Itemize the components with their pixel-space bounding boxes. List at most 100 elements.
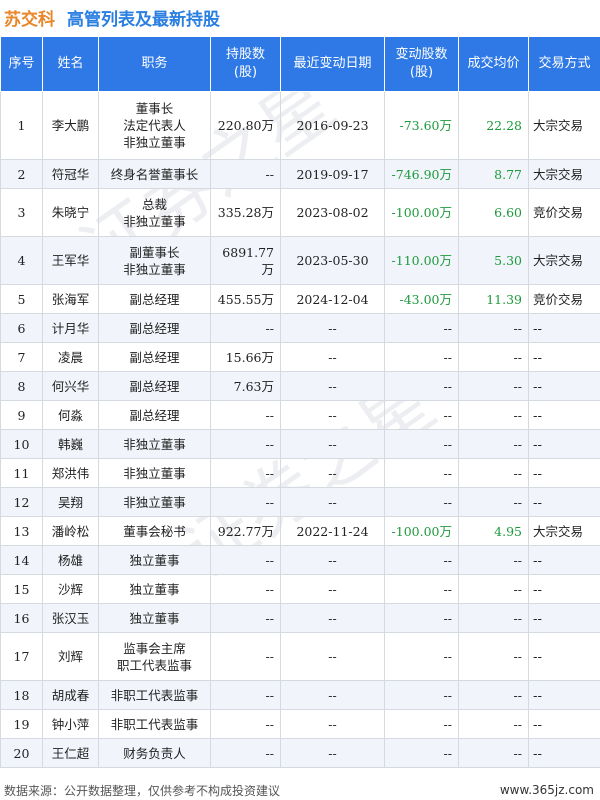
company-name: 苏交科 — [4, 9, 55, 30]
shares-held: -- — [210, 458, 281, 488]
trade-method: 大宗交易 — [528, 159, 600, 189]
avg-trade-price: 8.77 — [458, 159, 529, 189]
shares-held: 7.63万 — [210, 371, 281, 401]
avg-trade-price: -- — [458, 709, 529, 739]
col-header-change: 变动股数 (股) — [384, 36, 459, 92]
avg-trade-price: -- — [458, 680, 529, 710]
col-header-date: 最近变动日期 — [280, 36, 385, 92]
last-change-date: -- — [280, 738, 385, 768]
change-shares: -- — [384, 603, 459, 633]
table-row: 10 韩巍 非独立董事 -- -- -- -- -- — [0, 429, 600, 459]
role-line: 非职工代表监事 — [110, 716, 199, 732]
last-change-date: -- — [280, 487, 385, 517]
executive-roles: 副总经理 — [98, 284, 211, 314]
role-line: 独立董事 — [129, 610, 180, 626]
trade-method: -- — [528, 632, 600, 681]
table-row: 18 胡成春 非职工代表监事 -- -- -- -- -- — [0, 680, 600, 710]
change-shares: -- — [384, 313, 459, 343]
shares-held: 220.80万 — [210, 91, 281, 160]
executive-name: 符冠华 — [42, 159, 99, 189]
change-shares: -- — [384, 709, 459, 739]
trade-method: -- — [528, 545, 600, 575]
shares-held: -- — [210, 632, 281, 681]
avg-trade-price: -- — [458, 400, 529, 430]
last-change-date: -- — [280, 545, 385, 575]
shares-held: -- — [210, 680, 281, 710]
role-line: 非独立董事 — [123, 213, 186, 229]
data-source-note: 数据来源：公开数据整理，仅供参考不构成投资建议 — [4, 783, 281, 798]
table-body: 1 李大鹏 董事长 法定代表人 非独立董事 220.80万 2016-09-23 -73.60… — [0, 91, 600, 768]
row-number: 8 — [0, 371, 43, 401]
col-header-no: 序号 — [0, 36, 43, 92]
shares-held: 6891.77万 — [210, 236, 281, 285]
change-shares: -100.00万 — [384, 516, 459, 546]
table-row: 13 潘岭松 董事会秘书 922.77万 2022-11-24 -100.00万 4.95 大… — [0, 516, 600, 546]
avg-trade-price: -- — [458, 429, 529, 459]
avg-trade-price: 4.95 — [458, 516, 529, 546]
executive-name: 王军华 — [42, 236, 99, 285]
table-row: 14 杨雄 独立董事 -- -- -- -- -- — [0, 545, 600, 575]
footer: 数据来源：公开数据整理，仅供参考不构成投资建议 www.365jz.com — [0, 780, 600, 800]
change-shares: -- — [384, 342, 459, 372]
row-number: 4 — [0, 236, 43, 285]
row-number: 12 — [0, 487, 43, 517]
shares-held: -- — [210, 574, 281, 604]
avg-trade-price: 22.28 — [458, 91, 529, 160]
executive-name: 李大鹏 — [42, 91, 99, 160]
avg-trade-price: -- — [458, 371, 529, 401]
row-number: 15 — [0, 574, 43, 604]
trade-method: 大宗交易 — [528, 516, 600, 546]
trade-method: -- — [528, 487, 600, 517]
executive-roles: 副董事长 非独立董事 — [98, 236, 211, 285]
shares-held: 455.55万 — [210, 284, 281, 314]
avg-trade-price: -- — [458, 313, 529, 343]
last-change-date: 2016-09-23 — [280, 91, 385, 160]
avg-trade-price: -- — [458, 487, 529, 517]
change-shares: -110.00万 — [384, 236, 459, 285]
change-shares: -- — [384, 680, 459, 710]
shares-held: -- — [210, 313, 281, 343]
executive-name: 王仁超 — [42, 738, 99, 768]
executive-roles: 非独立董事 — [98, 429, 211, 459]
avg-trade-price: -- — [458, 458, 529, 488]
trade-method: -- — [528, 574, 600, 604]
executive-name: 张海军 — [42, 284, 99, 314]
change-shares: -- — [384, 400, 459, 430]
executive-name: 凌晨 — [42, 342, 99, 372]
shares-held: -- — [210, 429, 281, 459]
role-line: 法定代表人 — [123, 118, 186, 133]
change-shares: -- — [384, 429, 459, 459]
role-line: 副总经理 — [129, 291, 180, 307]
executive-table-container: 序号 姓名 职务 持股数 (股) 最近变动日期 变动股数 (股) 成交均价 交易… — [0, 36, 600, 768]
executive-name: 何淼 — [42, 400, 99, 430]
row-number: 9 — [0, 400, 43, 430]
trade-method: 竞价交易 — [528, 284, 600, 314]
role-line: 非独立董事 — [123, 436, 186, 452]
change-shares: -43.00万 — [384, 284, 459, 314]
executive-roles: 非独立董事 — [98, 458, 211, 488]
role-line: 副总经理 — [129, 320, 180, 336]
executive-roles: 终身名誉董事长 — [98, 159, 211, 189]
executive-roles: 董事长 法定代表人 非独立董事 — [98, 91, 211, 160]
table-row: 19 钟小萍 非职工代表监事 -- -- -- -- -- — [0, 709, 600, 739]
last-change-date: 2023-05-30 — [280, 236, 385, 285]
table-row: 8 何兴华 副总经理 7.63万 -- -- -- -- — [0, 371, 600, 401]
row-number: 10 — [0, 429, 43, 459]
avg-trade-price: -- — [458, 545, 529, 575]
row-number: 6 — [0, 313, 43, 343]
executive-roles: 董事会秘书 — [98, 516, 211, 546]
trade-method: -- — [528, 400, 600, 430]
last-change-date: 2022-11-24 — [280, 516, 385, 546]
trade-method: -- — [528, 738, 600, 768]
last-change-date: -- — [280, 429, 385, 459]
trade-method: -- — [528, 603, 600, 633]
role-line: 副总经理 — [129, 378, 180, 394]
trade-method: -- — [528, 371, 600, 401]
change-shares: -- — [384, 458, 459, 488]
avg-trade-price: -- — [458, 738, 529, 768]
last-change-date: -- — [280, 313, 385, 343]
table-row: 5 张海军 副总经理 455.55万 2024-12-04 -43.00万 11.39 竞价交… — [0, 284, 600, 314]
executive-roles: 总裁 非独立董事 — [98, 188, 211, 237]
table-row: 20 王仁超 财务负责人 -- -- -- -- -- — [0, 738, 600, 768]
avg-trade-price: 5.30 — [458, 236, 529, 285]
